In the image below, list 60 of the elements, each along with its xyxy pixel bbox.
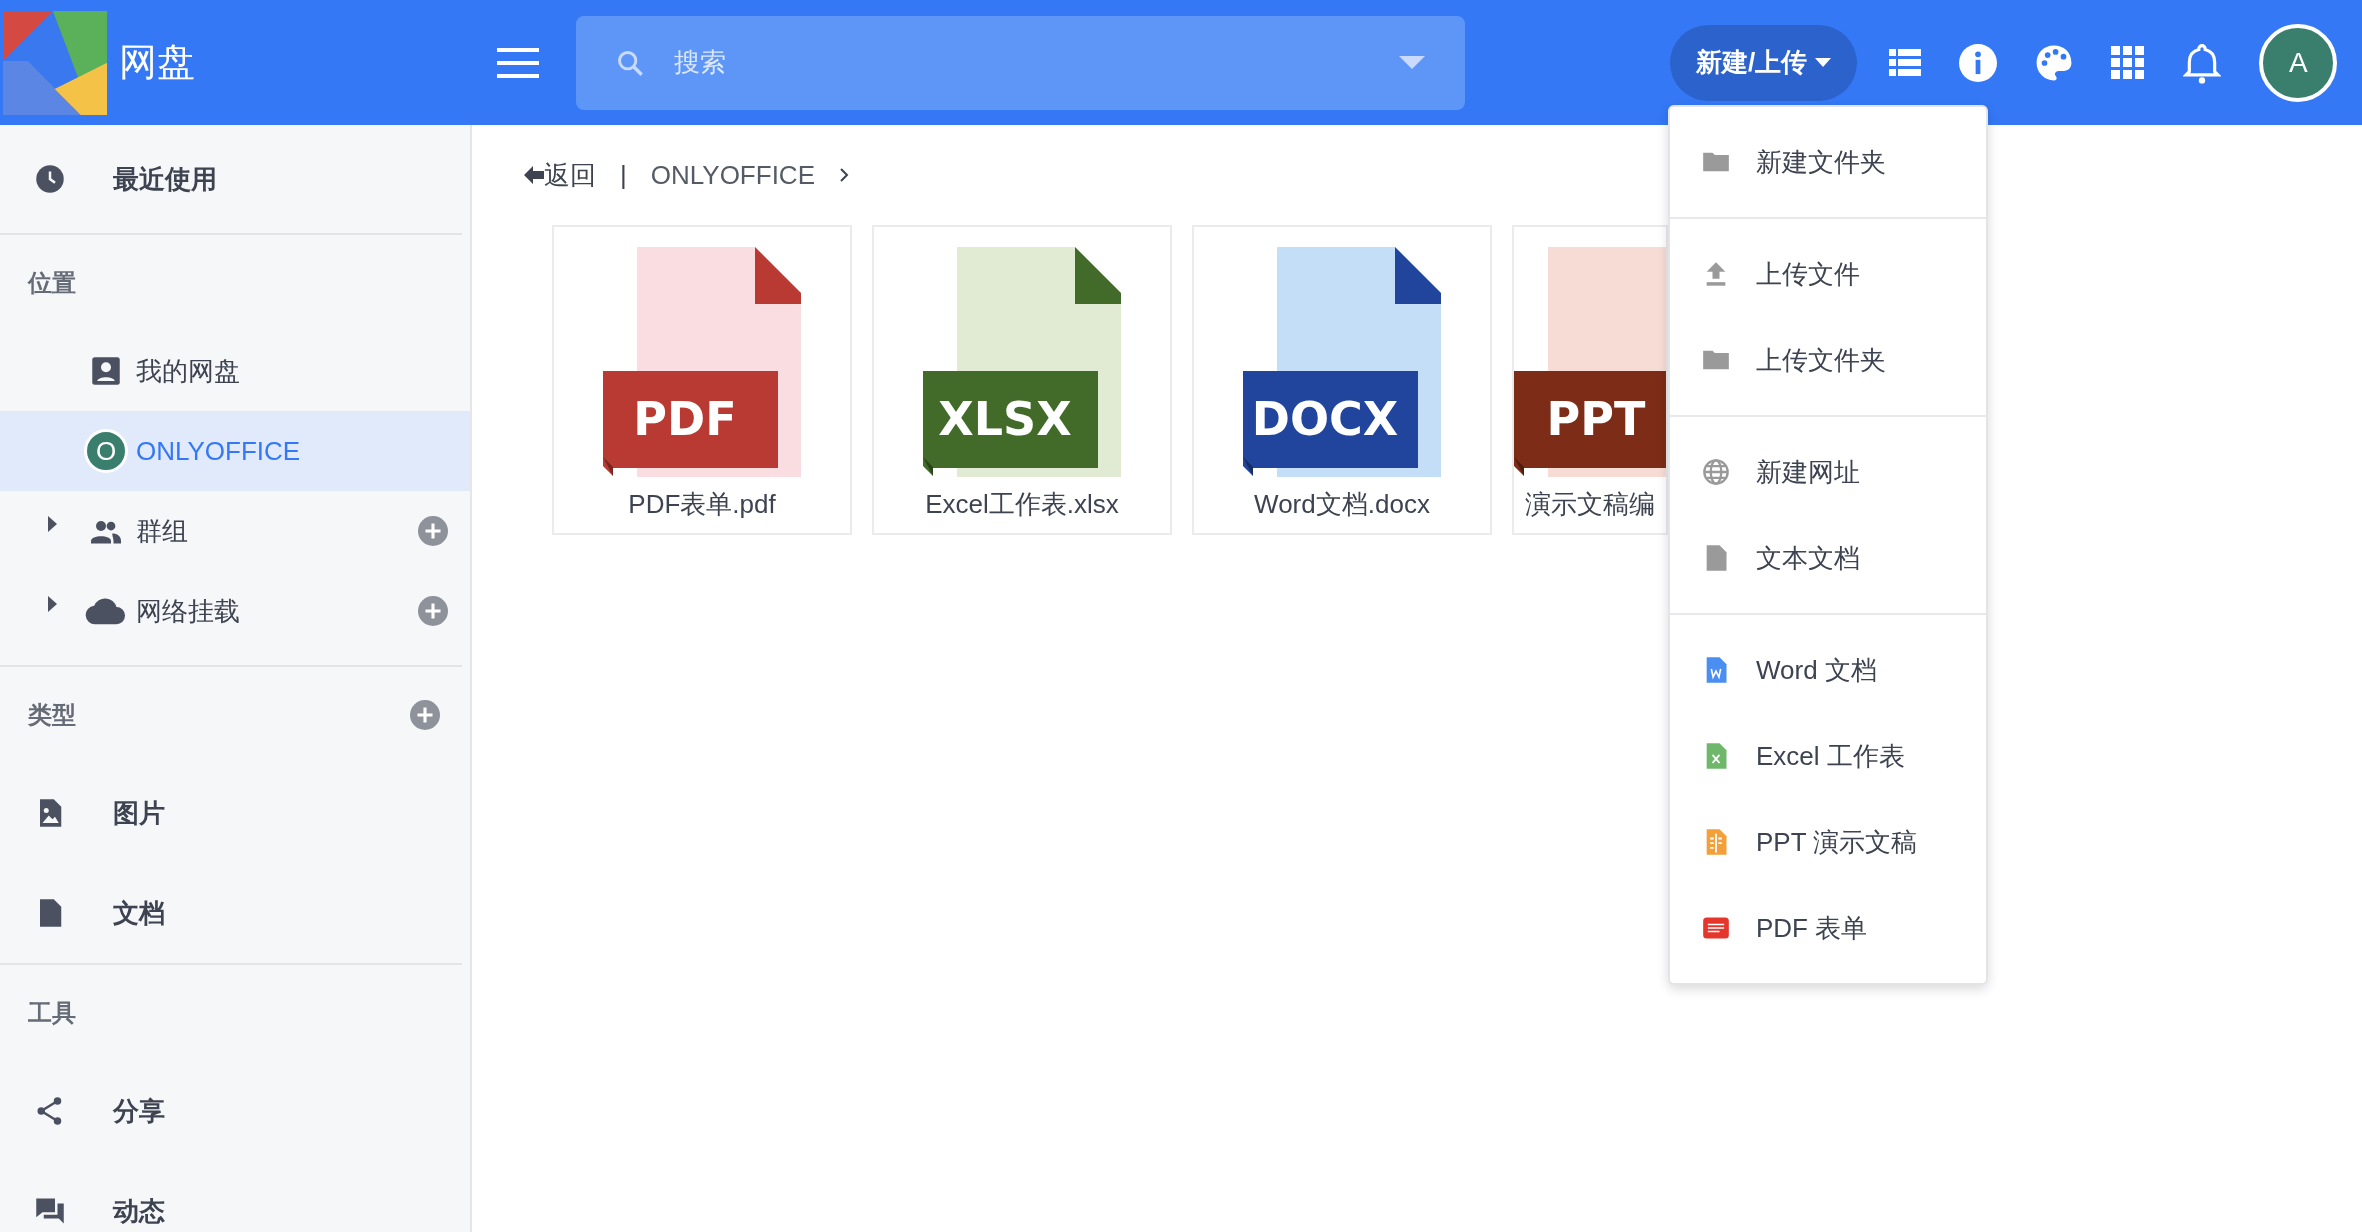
menu-item[interactable]: PDF 表单 — [1670, 885, 1986, 971]
expand-caret-icon[interactable] — [48, 516, 58, 532]
sidebar-item[interactable]: 文档 — [0, 863, 470, 963]
file-card[interactable]: XLSX Excel工作表.xlsx — [872, 225, 1172, 535]
file-name: PDF表单.pdf — [628, 488, 776, 521]
back-arrow-icon — [524, 166, 544, 184]
search-field[interactable]: 搜索 — [672, 42, 1379, 83]
add-button[interactable] — [410, 700, 440, 730]
chat-icon — [35, 1196, 65, 1226]
search-icon — [616, 48, 644, 77]
list-view-icon[interactable] — [1889, 48, 1922, 77]
sidebar-item[interactable]: 图片 — [0, 763, 470, 863]
file-card[interactable]: PPT 演示文稿编 — [1512, 225, 1668, 535]
clock-icon — [35, 164, 65, 194]
caret-icon — [1815, 57, 1832, 68]
menu-item[interactable]: 新建网址 — [1670, 429, 1986, 515]
cloud-icon — [85, 596, 127, 626]
logo-icon — [3, 10, 107, 115]
menu-item[interactable]: 上传文件夹 — [1670, 317, 1986, 403]
menu-item[interactable]: PPT 演示文稿 — [1670, 799, 1986, 885]
menu-item[interactable]: 新建文件夹 — [1670, 119, 1986, 205]
file-name: Excel工作表.xlsx — [925, 488, 1119, 521]
sidebar-item[interactable]: 群组 — [0, 491, 470, 571]
expand-caret-icon[interactable] — [48, 596, 58, 612]
search-bar[interactable]: 搜索 — [576, 15, 1465, 110]
sidebar-item[interactable]: 分享 — [0, 1061, 470, 1161]
palette-icon[interactable] — [2035, 43, 2074, 82]
person-icon — [91, 356, 121, 386]
letter-avatar: O — [84, 429, 128, 473]
section-heading: 位置 — [28, 268, 76, 298]
menu-item[interactable]: 文本文档 — [1670, 515, 1986, 601]
sidebar-item[interactable]: 最近使用 — [0, 125, 470, 233]
section-heading: 类型 — [28, 700, 76, 730]
file-name: 演示文稿编 — [1525, 488, 1655, 521]
notification-bell-icon[interactable] — [2183, 41, 2222, 84]
file-card[interactable]: PDF PDF表单.pdf — [552, 225, 852, 535]
breadcrumb-separator: | — [620, 158, 627, 192]
apps-grid-icon[interactable] — [2111, 45, 2146, 80]
dropdown-caret-icon[interactable] — [1399, 55, 1425, 70]
sidebar-item[interactable]: O ONLYOFFICE — [0, 411, 470, 491]
menu-icon[interactable] — [497, 46, 539, 79]
sidebar-item[interactable]: 我的网盘 — [0, 331, 470, 411]
menu-item[interactable]: Excel 工作表 — [1670, 713, 1986, 799]
chevron-right-icon — [838, 167, 849, 183]
add-button[interactable] — [418, 516, 448, 546]
section-heading: 工具 — [28, 998, 76, 1028]
menu-item[interactable]: Word 文档 — [1670, 627, 1986, 713]
new-upload-button[interactable]: 新建/上传 — [1670, 24, 1858, 101]
globe-icon — [1702, 458, 1730, 486]
file-name: Word文档.docx — [1254, 488, 1430, 521]
sidebar-item[interactable]: 网络挂载 — [0, 571, 470, 651]
sidebar-item[interactable]: 动态 — [0, 1161, 470, 1232]
add-button[interactable] — [418, 596, 448, 626]
user-avatar[interactable]: A — [2259, 23, 2338, 102]
file-card[interactable]: DOCX Word文档.docx — [1192, 225, 1492, 535]
info-icon[interactable] — [1959, 43, 1998, 82]
back-link[interactable]: 返回 — [524, 155, 596, 195]
app-title: 网盘 — [119, 40, 195, 85]
breadcrumb-item[interactable]: ONLYOFFICE — [650, 155, 815, 195]
menu-item[interactable]: 上传文件 — [1670, 231, 1986, 317]
